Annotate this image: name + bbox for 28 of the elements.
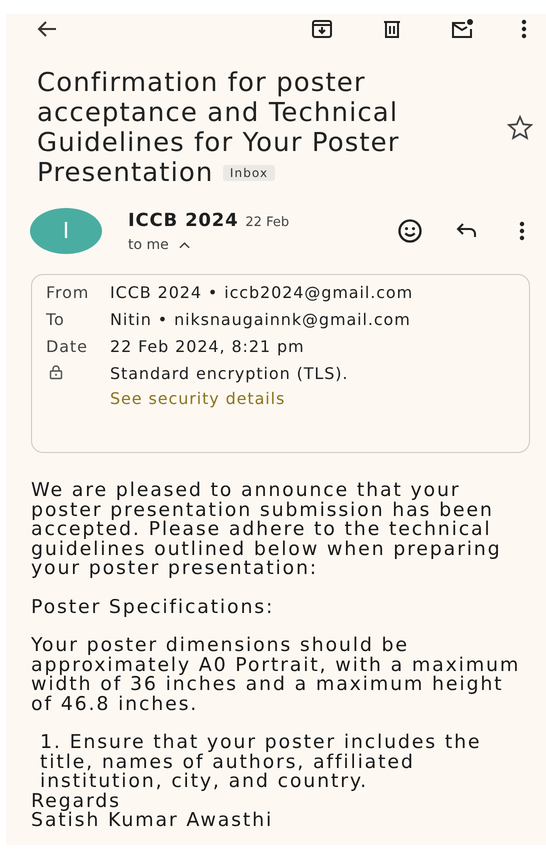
inbox-label[interactable]: Inbox: [222, 165, 276, 181]
more-icon[interactable]: [520, 17, 528, 41]
caret-icon: [178, 240, 190, 248]
lock-icon: [48, 364, 64, 380]
email-subject: Confirmation for poster acceptance and Technical Guidelines for Your Poster Presentation $^{Inbox}$: [37, 68, 401, 188]
signature-line: Regards: [31, 792, 122, 811]
mark-unread-icon[interactable]: [450, 17, 474, 41]
list-item: 1. Ensure that your poster includes the title, names of authors, affiliated institution, city, and country.: [39, 733, 482, 792]
star-icon[interactable]: [506, 114, 534, 142]
detail-value: ICCB 2024 • iccb2024@gmail.com: [110, 283, 414, 302]
sender-avatar: I: [30, 208, 102, 254]
signature-line: Satish Kumar Awasthi: [31, 811, 274, 830]
emoji-icon[interactable]: [396, 217, 424, 245]
recipient-toggle[interactable]: to me: [128, 236, 190, 252]
detail-value: 22 Feb 2024, 8:21 pm: [110, 337, 305, 356]
email-date: 22 Feb: [245, 214, 290, 230]
body-paragraph: Your poster dimensions should be approximately A0 Portrait, with a maximum width of 36 inches and a maximum height of 46.8 inches.: [31, 636, 522, 714]
security-details-link[interactable]: See security details: [110, 389, 348, 408]
archive-icon[interactable]: [310, 17, 334, 41]
detail-label: Date: [46, 337, 89, 356]
body-paragraph: Poster Specifications:: [31, 598, 276, 617]
detail-label: To: [46, 310, 66, 329]
more-icon[interactable]: [518, 219, 526, 243]
body-paragraph: We are pleased to announce that your poster presentation submission has been accepted. Please adhere to the technical guidelines outlined below when preparing your poster presentation:: [31, 481, 502, 578]
detail-value: Nitin • niksnaugainnk@gmail.com: [110, 310, 411, 329]
encryption-text: Standard encryption (TLS).: [110, 364, 348, 383]
detail-label: From: [46, 283, 90, 302]
sender-name: ICCB 2024: [128, 210, 238, 230]
